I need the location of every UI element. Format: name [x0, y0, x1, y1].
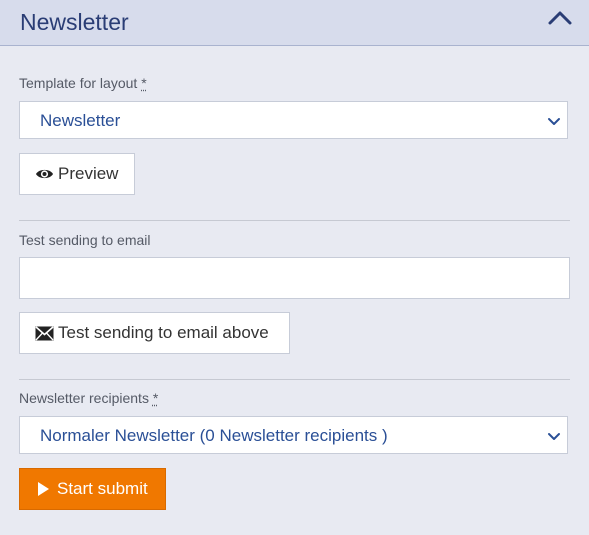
- required-marker: *: [152, 390, 159, 406]
- chevron-down-icon: [547, 114, 561, 133]
- chevron-up-icon: [548, 11, 572, 25]
- recipients-value: Normaler Newsletter (0 Newsletter recipi…: [40, 426, 388, 445]
- chevron-down-icon: [547, 429, 561, 448]
- panel-title: Newsletter: [20, 9, 129, 35]
- preview-button-label: Preview: [58, 164, 119, 183]
- layout-template-value: Newsletter: [40, 111, 121, 130]
- envelope-icon: [35, 325, 54, 341]
- play-icon: [37, 481, 50, 497]
- start-submit-label: Start submit: [57, 479, 148, 498]
- divider: [19, 220, 570, 221]
- preview-button[interactable]: Preview: [19, 153, 135, 195]
- divider: [19, 379, 570, 380]
- test-send-button[interactable]: Test sending to email above: [19, 312, 290, 354]
- required-marker: *: [141, 75, 147, 91]
- test-email-label: Test sending to email: [19, 232, 151, 248]
- collapse-button[interactable]: [545, 6, 575, 32]
- test-email-input[interactable]: [19, 257, 570, 299]
- eye-icon: [35, 167, 54, 181]
- recipients-select[interactable]: Normaler Newsletter (0 Newsletter recipi…: [19, 416, 568, 454]
- panel-header: Newsletter: [0, 0, 589, 46]
- recipients-label: Newsletter recipients *: [19, 390, 159, 406]
- start-submit-button[interactable]: Start submit: [19, 468, 166, 510]
- test-send-button-label: Test sending to email above: [58, 323, 269, 342]
- layout-template-select[interactable]: Newsletter: [19, 101, 568, 139]
- layout-template-label: Template for layout *: [19, 75, 147, 91]
